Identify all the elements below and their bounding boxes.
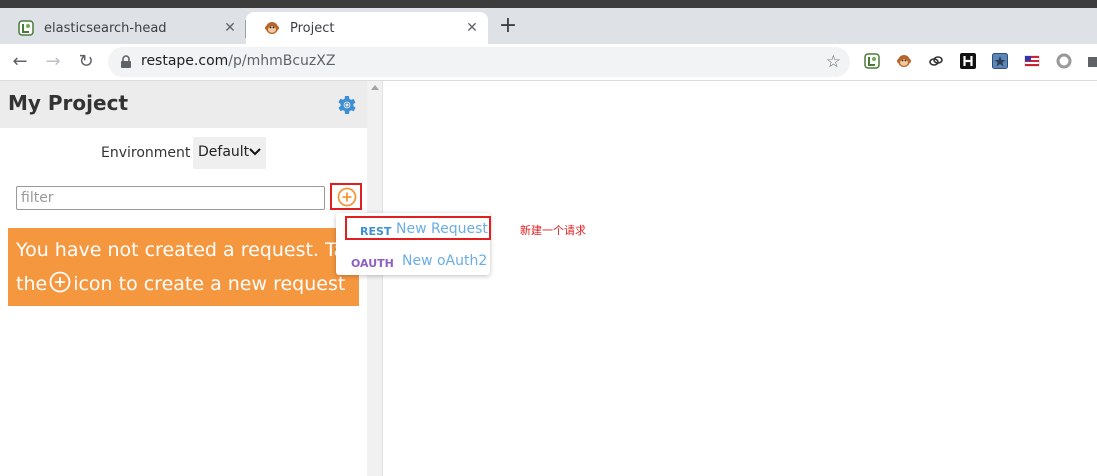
browser-toolbar: ← → ↻ restape.com/p/mhmBcuzXZ ☆ <box>0 44 1097 81</box>
scroll-up-arrow-icon[interactable] <box>371 85 379 90</box>
environment-label: Environment <box>101 145 191 161</box>
circle-extension-icon[interactable] <box>1056 53 1072 69</box>
url-path: /p/mhmBcuzXZ <box>228 53 336 69</box>
project-title: My Project <box>8 91 128 115</box>
browser-tab-bar: elasticsearch-head ✕ Project ✕ + <box>0 8 1097 44</box>
monkey-icon <box>265 22 279 34</box>
os-top-strip <box>0 0 1097 8</box>
url-text: restape.com/p/mhmBcuzXZ <box>141 53 335 69</box>
flag-extension-icon[interactable] <box>1024 53 1040 69</box>
plus-circle-icon <box>49 271 71 293</box>
environment-select[interactable]: Default <box>193 137 266 169</box>
tab-project[interactable]: Project ✕ <box>246 12 488 44</box>
empty-state-line-1: You have not created a request. Ta <box>16 239 346 261</box>
new-request-label: New Request <box>396 221 488 237</box>
reload-icon[interactable]: ↻ <box>76 52 96 72</box>
oauth-method-badge: OAUTH <box>351 257 394 270</box>
menu-item-new-oauth2[interactable]: OAUTH New oAuth2 <box>336 248 490 276</box>
close-icon[interactable]: ✕ <box>222 20 238 36</box>
empty-state-message: You have not created a request. Ta the ic… <box>8 228 359 306</box>
url-host: restape.com <box>141 53 229 69</box>
panel-scrollbar[interactable] <box>367 81 383 476</box>
filter-input[interactable] <box>16 186 325 210</box>
puzzle-extension-icon[interactable] <box>1086 53 1097 69</box>
forward-icon[interactable]: → <box>43 52 63 72</box>
star-box-extension-icon[interactable] <box>992 53 1008 69</box>
menu-item-new-request[interactable]: REST New Request <box>336 216 491 244</box>
tab-elasticsearch-head[interactable]: elasticsearch-head ✕ <box>0 12 246 44</box>
elasticsearch-head-extension-icon[interactable] <box>864 53 880 69</box>
h-extension-icon[interactable] <box>960 53 976 69</box>
elasticsearch-head-icon <box>18 20 34 36</box>
chevron-down-icon <box>249 148 261 156</box>
back-icon[interactable]: ← <box>10 52 30 72</box>
bookmark-star-icon[interactable]: ☆ <box>826 52 841 72</box>
address-bar[interactable]: restape.com/p/mhmBcuzXZ ☆ <box>108 47 850 77</box>
monkey-extension-icon[interactable] <box>896 53 912 69</box>
empty-state-line-2: the icon to create a new request <box>16 271 345 295</box>
environment-value: Default <box>198 144 250 160</box>
empty-state-line-2-pre: the <box>16 273 48 295</box>
gear-icon[interactable] <box>334 93 358 117</box>
plus-circle-icon <box>337 187 357 207</box>
tab-title: elasticsearch-head <box>44 20 167 36</box>
link-extension-icon[interactable] <box>928 53 944 69</box>
tab-title: Project <box>290 20 335 36</box>
close-icon[interactable]: ✕ <box>464 20 480 36</box>
project-header: My Project <box>0 81 367 128</box>
empty-state-line-2-post: icon to create a new request <box>73 273 346 295</box>
project-panel: My Project Environment Default You have … <box>0 81 367 476</box>
lock-icon <box>121 55 131 68</box>
add-request-button[interactable] <box>330 183 362 210</box>
new-request-menu: REST New Request OAUTH New oAuth2 <box>336 213 491 276</box>
rest-method-badge: REST <box>360 225 392 238</box>
new-oauth2-label: New oAuth2 <box>402 253 488 269</box>
new-tab-icon[interactable]: + <box>497 15 519 37</box>
annotation-note: 新建一个请求 <box>520 224 586 237</box>
